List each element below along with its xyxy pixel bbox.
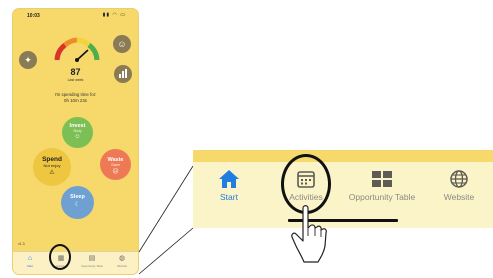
mini-tab-label: Opportunity Table [81,264,103,268]
sleep-bubble[interactable]: Sleep ☾ [61,186,94,219]
tapping-hand-icon [291,205,327,263]
waste-bubble[interactable]: Waste Game ☹ [100,149,131,180]
globe-icon [414,169,493,189]
score-label: Last week [67,78,84,82]
status-time: 10:03 [27,13,40,19]
moon-icon: ☾ [74,202,81,208]
spending-time: I'm spending time for: 0h 10m 23s [13,92,138,104]
happy-face-icon: ☺ [74,134,81,140]
zoomed-header-strip [193,150,493,162]
globe-icon: ◍ [118,255,126,262]
sad-face-icon: ☹ [112,169,119,175]
spend-sub: Not enjoy [43,163,61,168]
tab-website[interactable]: Website [414,169,493,202]
status-bar: 10:03 ▮▮ ◠ ▭ [13,9,138,21]
invest-sub: Study [73,129,82,133]
spending-duration: 0h 10m 23s [64,98,87,103]
smiley-icon[interactable]: ☺ [113,35,131,53]
sleep-title: Sleep [70,194,85,200]
invest-bubble[interactable]: Invest Study ☺ [62,117,93,148]
warning-icon: ⚠ [49,170,55,176]
mini-tab-label: Website [116,264,128,268]
mini-tab-opportunity-table[interactable]: ▤ Opportunity Table [79,255,105,268]
status-icons: ▮▮ ◠ ▭ [102,12,126,18]
score-value: 87 [70,67,81,77]
highlight-circle [49,244,71,270]
tab-label: Website [443,192,475,202]
spend-bubble[interactable]: Spend Not enjoy ⚠ [33,148,71,186]
spend-title: Spend [42,156,62,163]
app-version: v1.3 [18,242,25,246]
table-icon: ▤ [88,255,96,262]
house-icon: ⌂ [27,255,33,262]
score-gauge [54,37,100,62]
waste-sub: Game [111,163,120,167]
mini-tab-start[interactable]: ⌂ Start [17,255,43,268]
mini-tab-website[interactable]: ◍ Website [109,255,135,268]
mini-tab-label: Start [27,264,33,268]
zoomed-tab-bar: Start Activities Opportunity Table Websi… [193,150,493,228]
mini-tab-bar: ⌂ Start ▦ Activities ▤ Opportunity Table… [13,251,138,274]
phone-screen: 10:03 ▮▮ ◠ ▭ ✦ ☺ 87 Last week I'm spendi… [13,9,138,274]
spending-label: I'm spending time for: [54,92,97,97]
